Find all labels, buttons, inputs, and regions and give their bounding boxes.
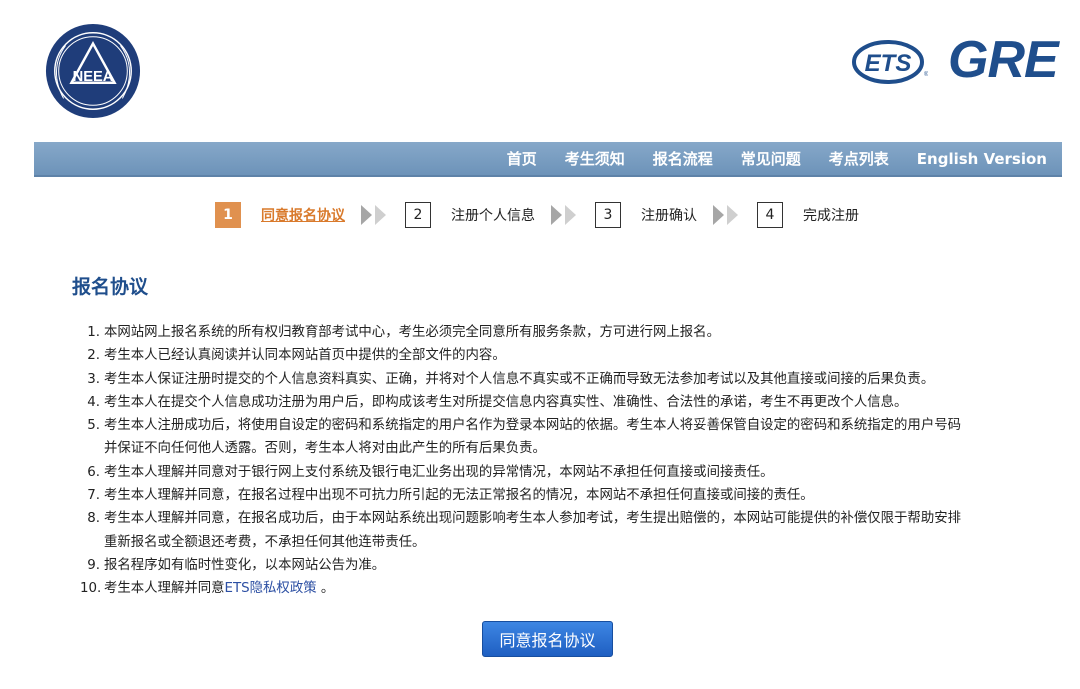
term-item: 10. 考生本人理解并同意ETS隐私权政策 。 [80, 581, 335, 597]
term-item: 3. 考生本人保证注册时提交的个人信息资料真实、正确，并将对个人信息不真实或不正… [87, 371, 935, 387]
step-3-number: 3 [595, 202, 621, 228]
term-item: 9. 报名程序如有临时性变化，以本网站公告为准。 [87, 557, 386, 573]
neea-logo: NEEA [45, 23, 141, 119]
term-item: 5. 考生本人注册成功后，将使用自设定的密码和系统指定的用户名作为登录本网站的依… [87, 418, 961, 434]
page-title: 报名协议 [72, 276, 149, 298]
double-arrow-icon [551, 205, 576, 225]
nav-english-version[interactable]: English Version [917, 150, 1047, 168]
term-item: 1. 本网站网上报名系统的所有权归教育部考试中心，考生必须完全同意所有服务条款，… [87, 325, 720, 340]
term-10-suffix: 。 [316, 581, 335, 597]
nav-notice[interactable]: 考生须知 [565, 148, 625, 169]
nav-test-centers[interactable]: 考点列表 [829, 148, 889, 169]
agreement-terms: 1. 本网站网上报名系统的所有权归教育部考试中心，考生必须完全同意所有服务条款，… [80, 321, 1040, 601]
step-2-number: 2 [405, 202, 431, 228]
step-4-label: 完成注册 [803, 208, 859, 224]
term-item: 4. 考生本人在提交个人信息成功注册为用户后，即构成该考生对所提交信息内容真实性… [87, 394, 908, 410]
term-item: 8. 考生本人理解并同意，在报名成功后，由于本网站系统出现问题影响考生本人参加考… [87, 511, 961, 527]
term-item-continuation: 重新报名或全额退还考费，不承担任何其他连带责任。 [104, 534, 426, 550]
page: NEEA ETS ® GRE 首页 考生须知 报名流程 常见问题 考点列表 En… [0, 0, 1080, 689]
double-arrow-icon [361, 205, 386, 225]
term-item: 7. 考生本人理解并同意，在报名过程中出现不可抗力所引起的无法正常报名的情况，本… [87, 488, 814, 504]
main-nav: 首页 考生须知 报名流程 常见问题 考点列表 English Version [34, 142, 1062, 177]
svg-text:ETS: ETS [865, 50, 912, 77]
nav-home[interactable]: 首页 [507, 148, 537, 169]
double-arrow-icon [713, 205, 738, 225]
step-1-number: 1 [215, 202, 241, 228]
gre-logo: GRE [948, 31, 1059, 89]
step-2-label: 注册个人信息 [451, 208, 535, 224]
agree-button[interactable]: 同意报名协议 [482, 621, 613, 657]
registration-steps: 1 同意报名协议 2 注册个人信息 3 注册确认 4 完成注册 [215, 200, 859, 230]
ets-privacy-policy-link[interactable]: ETS隐私权政策 [225, 581, 317, 596]
ets-logo: ETS ® [852, 40, 928, 84]
term-item: 6. 考生本人理解并同意对于银行网上支付系统及银行电汇业务出现的异常情况，本网站… [87, 464, 774, 480]
term-item-continuation: 并保证不向任何他人透露。否则，考生本人将对由此产生的所有后果负责。 [104, 441, 546, 457]
term-10-prefix: 考生本人理解并同意 [104, 581, 225, 597]
step-3-label: 注册确认 [641, 208, 697, 224]
term-item: 2. 考生本人已经认真阅读并认同本网站首页中提供的全部文件的内容。 [87, 348, 506, 364]
svg-text:NEEA: NEEA [73, 69, 114, 85]
nav-faq[interactable]: 常见问题 [741, 148, 801, 169]
step-4-number: 4 [757, 202, 783, 228]
svg-text:®: ® [924, 71, 928, 78]
nav-process[interactable]: 报名流程 [653, 148, 713, 169]
step-1-label[interactable]: 同意报名协议 [261, 205, 345, 225]
